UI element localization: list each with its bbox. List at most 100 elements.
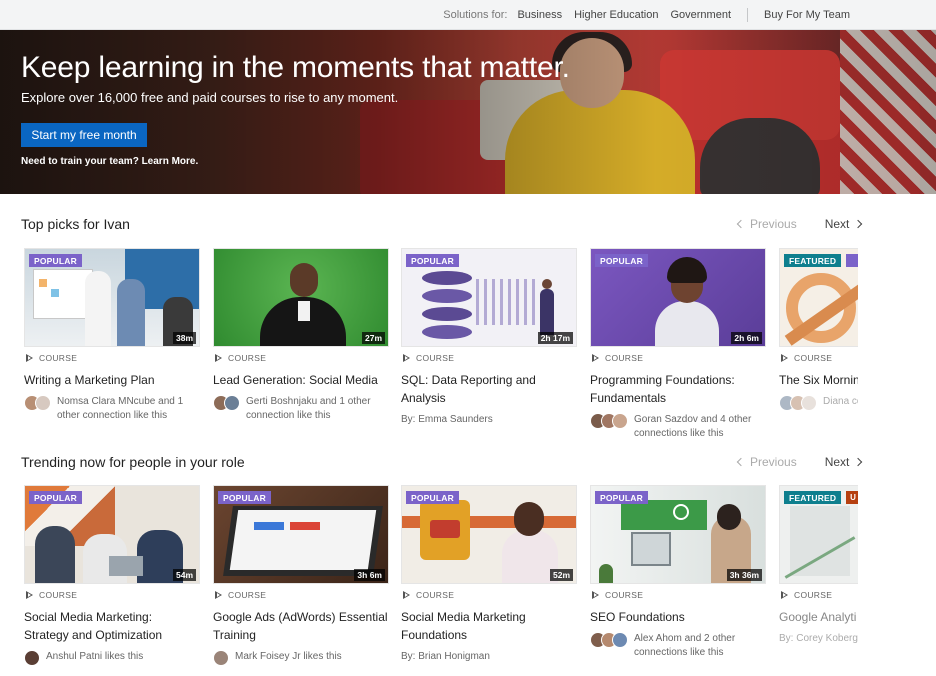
play-icon	[26, 591, 33, 599]
course-title[interactable]: Google Ads (AdWords) Essential Training	[213, 608, 389, 644]
chevron-right-icon	[854, 219, 863, 229]
course-card-social-media-foundations[interactable]: POPULAR 52m COURSE Social Media Marketin…	[401, 485, 577, 664]
course-thumbnail[interactable]: POPULAR 54m	[24, 485, 200, 584]
course-title[interactable]: Google Analyti Training	[779, 608, 858, 626]
course-card-six-morning[interactable]: FEATURED COURSE The Six Mornin Performer…	[779, 248, 858, 411]
play-icon	[403, 354, 410, 362]
chevron-left-icon	[736, 457, 746, 467]
course-author: By: Corey Koberg	[779, 633, 858, 644]
content-type: COURSE	[590, 590, 766, 600]
content-type: COURSE	[401, 353, 577, 363]
course-social-proof: Gerti Boshnjaku and 1 other connection l…	[213, 395, 389, 423]
previous-label: Previous	[750, 455, 797, 469]
previous-button[interactable]: Previous	[736, 217, 797, 231]
trending-carousel: POPULAR 54m COURSE Social Media Marketin…	[24, 485, 858, 676]
connection-avatars	[590, 413, 628, 429]
course-social-proof: Nomsa Clara MNcube and 1 other connectio…	[24, 395, 200, 423]
course-card-google-ads[interactable]: POPULAR 3h 6m COURSE Google Ads (AdWords…	[213, 485, 389, 666]
content-type-label: COURSE	[794, 590, 833, 600]
course-thumbnail[interactable]: POPULAR 3h 36m	[590, 485, 766, 584]
start-free-month-button[interactable]: Start my free month	[21, 123, 147, 147]
play-icon	[781, 591, 788, 599]
course-thumbnail[interactable]: POPULAR 3h 6m	[213, 485, 389, 584]
previous-button[interactable]: Previous	[736, 455, 797, 469]
popular-badge: POPULAR	[595, 254, 648, 267]
course-title[interactable]: SQL: Data Reporting and Analysis	[401, 371, 577, 407]
course-card-writing-marketing-plan[interactable]: POPULAR 38m COURSE Writing a Marketing P…	[24, 248, 200, 423]
play-icon	[403, 591, 410, 599]
nav-link-higher-education[interactable]: Higher Education	[574, 9, 658, 21]
course-title[interactable]: The Six Mornin Performers	[779, 371, 858, 389]
course-author: By: Emma Saunders	[401, 414, 493, 425]
content-type-label: COURSE	[228, 590, 267, 600]
social-proof-text: Alex Ahom and 2 other connections like t…	[634, 633, 736, 658]
course-card-social-media-strategy[interactable]: POPULAR 54m COURSE Social Media Marketin…	[24, 485, 200, 666]
course-title[interactable]: SEO Foundations	[590, 608, 766, 626]
course-thumbnail[interactable]: FEATURED U	[779, 485, 858, 584]
duration-label: 2h 17m	[537, 332, 573, 344]
course-thumbnail[interactable]: POPULAR 2h 17m	[401, 248, 577, 347]
avatar	[224, 395, 240, 411]
course-thumbnail[interactable]: FEATURED	[779, 248, 858, 347]
play-icon	[592, 591, 599, 599]
course-title[interactable]: Social Media Marketing Foundations	[401, 608, 577, 644]
next-label: Next	[824, 455, 850, 469]
connection-avatars	[24, 650, 40, 666]
connection-avatars	[779, 395, 817, 411]
top-picks-carousel: POPULAR 38m COURSE Writing a Marketing P…	[24, 248, 858, 458]
course-title[interactable]: Social Media Marketing: Strategy and Opt…	[24, 608, 200, 644]
content-type-label: COURSE	[605, 353, 644, 363]
course-title[interactable]: Lead Generation: Social Media	[213, 371, 389, 389]
course-title[interactable]: Programming Foundations: Fundamentals	[590, 371, 766, 407]
play-icon	[781, 354, 788, 362]
next-button[interactable]: Next	[824, 455, 863, 469]
train-team-learn-more-link[interactable]: Need to train your team? Learn More.	[21, 156, 198, 167]
course-thumbnail[interactable]: POPULAR 38m	[24, 248, 200, 347]
connection-avatars	[24, 395, 51, 411]
nav-link-business[interactable]: Business	[517, 9, 562, 21]
course-card-programming-foundations[interactable]: POPULAR 2h 6m COURSE Programming Foundat…	[590, 248, 766, 441]
course-thumbnail[interactable]: POPULAR 2h 6m	[590, 248, 766, 347]
social-proof-text: Anshul Patni likes this	[46, 651, 144, 662]
next-button[interactable]: Next	[825, 217, 863, 231]
avatar	[213, 650, 229, 666]
play-icon	[215, 591, 222, 599]
popular-badge: POPULAR	[406, 491, 459, 504]
course-social-proof: Mark Foisey Jr likes this	[213, 650, 389, 666]
social-proof-text: Diana conne	[823, 396, 858, 407]
popular-badge: POPULAR	[595, 491, 648, 504]
connection-avatars	[213, 395, 240, 411]
course-card-lead-generation[interactable]: 27m COURSE Lead Generation: Social Media…	[213, 248, 389, 423]
buy-for-my-team-link[interactable]: Buy For My Team	[764, 9, 850, 21]
course-card-sql-data-reporting[interactable]: POPULAR 2h 17m COURSE SQL: Data Reportin…	[401, 248, 577, 427]
content-type: COURSE	[24, 353, 200, 363]
course-title[interactable]: Writing a Marketing Plan	[24, 371, 200, 389]
nav-link-government[interactable]: Government	[670, 9, 731, 21]
duration-label: 52m	[549, 569, 573, 581]
featured-badge: FEATURED	[784, 254, 842, 267]
course-card-seo-foundations[interactable]: POPULAR 3h 36m COURSE SEO Foundations Al…	[590, 485, 766, 660]
content-type: COURSE	[590, 353, 766, 363]
content-type: COURSE	[779, 353, 858, 363]
duration-label: 3h 36m	[726, 569, 762, 581]
previous-label: Previous	[750, 217, 797, 231]
content-type: COURSE	[213, 590, 389, 600]
course-author: By: Brian Honigman	[401, 651, 490, 662]
top-picks-pager: Previous Next	[736, 217, 863, 231]
connection-avatars	[213, 650, 229, 666]
course-thumbnail[interactable]: 27m	[213, 248, 389, 347]
popular-badge: POPULAR	[29, 254, 82, 267]
social-proof-text: Mark Foisey Jr likes this	[235, 651, 342, 662]
course-card-google-analytics[interactable]: FEATURED U COURSE Google Analyti Trainin…	[779, 485, 858, 646]
content-type: COURSE	[779, 590, 858, 600]
avatar	[801, 395, 817, 411]
popular-badge: POPULAR	[29, 491, 82, 504]
course-social-proof: Diana conne	[779, 395, 858, 411]
duration-label: 2h 6m	[731, 332, 762, 344]
play-icon	[592, 354, 599, 362]
section-title-top-picks: Top picks for Ivan	[21, 216, 130, 232]
trending-pager: Previous Next	[736, 455, 863, 469]
secondary-badge: U	[846, 491, 858, 504]
course-thumbnail[interactable]: POPULAR 52m	[401, 485, 577, 584]
duration-label: 27m	[361, 332, 385, 344]
